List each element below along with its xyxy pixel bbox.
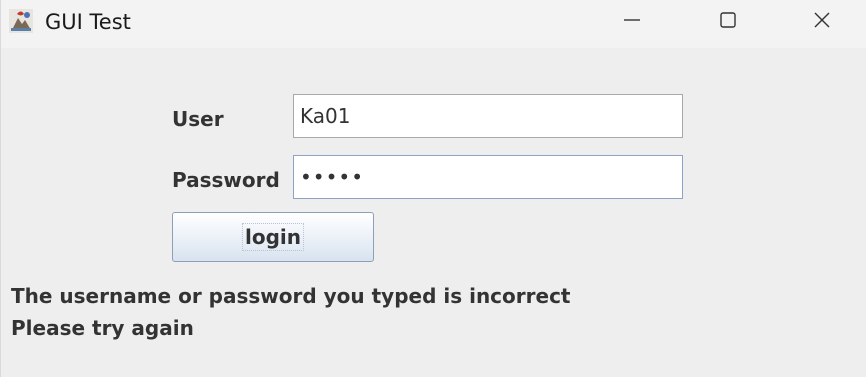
password-label: Password — [172, 168, 280, 192]
password-input[interactable] — [293, 155, 683, 199]
user-input[interactable] — [293, 94, 683, 138]
close-button[interactable] — [791, 0, 853, 44]
maximize-icon — [718, 10, 738, 35]
java-app-icon — [8, 8, 34, 34]
user-label: User — [172, 107, 224, 131]
window-title: GUI Test — [45, 10, 131, 34]
close-icon — [812, 10, 832, 35]
maximize-button[interactable] — [697, 0, 759, 44]
login-button-label: login — [241, 223, 304, 251]
minimize-icon — [622, 10, 642, 35]
login-button[interactable]: login — [172, 212, 374, 262]
error-message: The username or password you typed is in… — [11, 284, 571, 308]
retry-message: Please try again — [11, 316, 194, 340]
title-bar[interactable]: GUI Test — [1, 0, 866, 48]
login-window: GUI Test User Password login The usernam… — [0, 0, 866, 377]
minimize-button[interactable] — [601, 0, 663, 44]
